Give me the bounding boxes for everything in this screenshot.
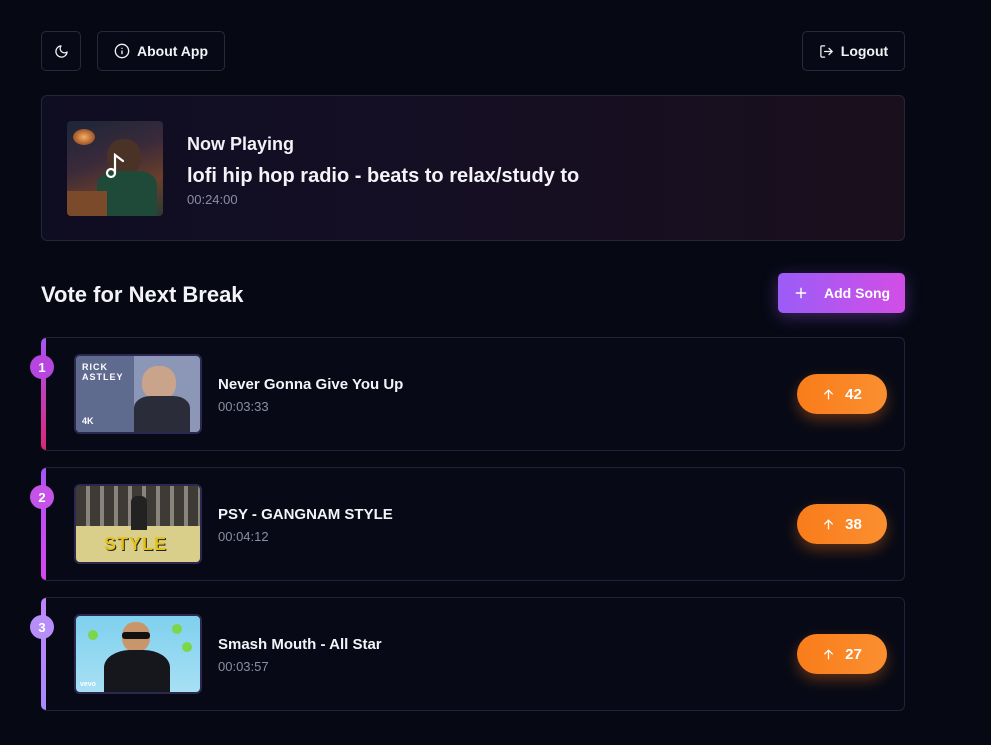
song-row: 1 RICK ASTLEY 4K Never Gonna Give You Up …: [30, 337, 905, 451]
song-thumbnail[interactable]: vevo: [74, 614, 202, 694]
logout-button[interactable]: Logout: [802, 31, 905, 71]
song-duration: 00:03:57: [218, 659, 269, 674]
vote-count: 42: [845, 385, 862, 403]
now-playing-label: Now Playing: [187, 134, 295, 154]
rank-badge: 1: [30, 355, 54, 379]
upvote-button[interactable]: 27: [797, 634, 887, 674]
vote-count: 27: [845, 645, 862, 663]
upvote-button[interactable]: 42: [797, 374, 887, 414]
arrow-up-icon: [822, 648, 835, 661]
song-title: Smash Mouth - All Star: [218, 636, 382, 653]
vote-heading: Vote for Next Break: [41, 282, 244, 307]
vote-count: 38: [845, 515, 862, 533]
logout-label: Logout: [840, 43, 889, 59]
logout-icon: [819, 44, 834, 59]
about-app-label: About App: [136, 43, 208, 59]
upvote-button[interactable]: 38: [797, 504, 887, 544]
add-song-button[interactable]: Add Song: [778, 273, 905, 313]
song-duration: 00:03:33: [218, 399, 269, 414]
plus-icon: [794, 286, 808, 300]
music-note-icon: [105, 151, 127, 181]
now-playing-card: Now Playing lofi hip hop radio - beats t…: [41, 95, 905, 241]
song-thumbnail[interactable]: RICK ASTLEY 4K: [74, 354, 202, 434]
song-title: Never Gonna Give You Up: [218, 376, 404, 393]
arrow-up-icon: [822, 518, 835, 531]
now-playing-thumbnail: [67, 121, 163, 216]
theme-toggle-button[interactable]: [41, 31, 81, 71]
about-app-button[interactable]: About App: [97, 31, 225, 71]
rank-badge: 2: [30, 485, 54, 509]
add-song-label: Add Song: [824, 285, 891, 301]
song-duration: 00:04:12: [218, 529, 269, 544]
song-row: 2 STYLE PSY - GANGNAM STYLE 00:04:12 38: [30, 467, 905, 581]
moon-icon: [54, 44, 69, 59]
song-title: PSY - GANGNAM STYLE: [218, 506, 393, 523]
song-thumbnail[interactable]: STYLE: [74, 484, 202, 564]
rank-badge: 3: [30, 615, 54, 639]
info-icon: [114, 43, 130, 59]
now-playing-duration: 00:24:00: [187, 192, 238, 207]
now-playing-title: lofi hip hop radio - beats to relax/stud…: [187, 165, 580, 187]
song-row: 3 vevo Smash Mouth - All Star 00:03:57 2…: [30, 597, 905, 711]
arrow-up-icon: [822, 388, 835, 401]
